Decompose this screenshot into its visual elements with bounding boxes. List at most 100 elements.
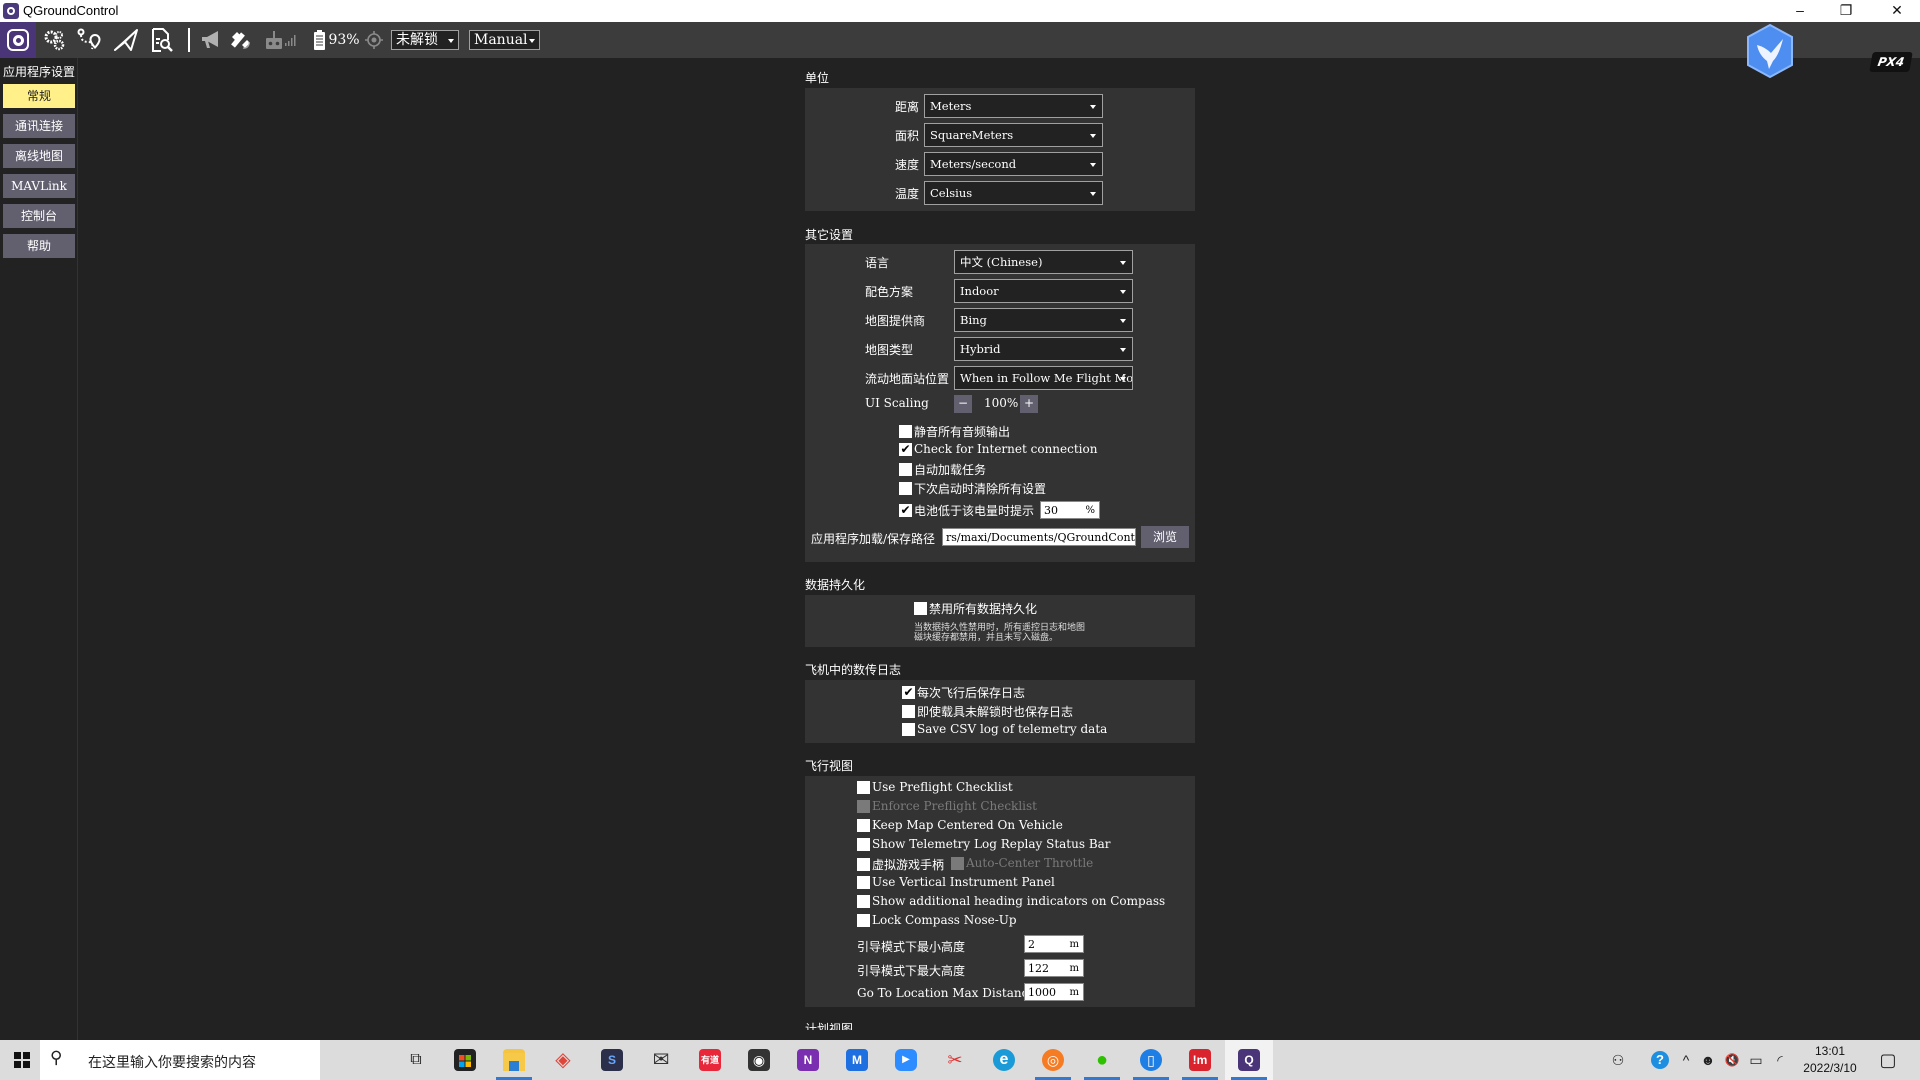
sidebar-item-console[interactable]: 控制台: [3, 204, 75, 228]
windows-start-icon[interactable]: [14, 1052, 30, 1068]
plan-button[interactable]: [73, 22, 105, 58]
gps-button[interactable]: [225, 22, 257, 58]
checkbox-label: Use Preflight Checklist: [872, 780, 1013, 794]
close-button[interactable]: ✕: [1874, 0, 1920, 22]
virtual-joystick-checkbox[interactable]: 虚拟游戏手柄: [857, 856, 944, 873]
language-dropdown[interactable]: 中文 (Chinese): [954, 250, 1133, 274]
sidebar-item-general[interactable]: 常规: [3, 84, 75, 108]
taskbar-youdao[interactable]: 有道: [686, 1040, 734, 1080]
temperature-units-dropdown[interactable]: Celsius: [924, 181, 1103, 205]
flight-mode-dropdown[interactable]: Manual: [469, 30, 540, 50]
checkbox-box: [857, 913, 870, 927]
save-log-unarmed-checkbox[interactable]: 即使载具未解锁时也保存日志: [902, 703, 1073, 720]
save-log-after-flight-checkbox[interactable]: ✔ 每次飞行后保存日志: [902, 684, 1025, 701]
px4-logo: PX4: [1869, 52, 1913, 72]
disable-persistence-checkbox[interactable]: 禁用所有数据持久化: [914, 600, 1037, 617]
vertical-instrument-panel-checkbox[interactable]: Use Vertical Instrument Panel: [857, 875, 1055, 889]
use-preflight-checklist-checkbox[interactable]: Use Preflight Checklist: [857, 780, 1013, 794]
taskbar-wechat[interactable]: ●: [1078, 1040, 1126, 1080]
lock-compass-nose-up-checkbox[interactable]: Lock Compass Nose-Up: [857, 913, 1017, 927]
people-icon[interactable]: ⚇: [1606, 1040, 1630, 1080]
area-units-dropdown[interactable]: SquareMeters: [924, 123, 1103, 147]
save-path-input[interactable]: rs/maxi/Documents/QGroundControl: [942, 528, 1136, 546]
help-tray-button[interactable]: ?: [1648, 1040, 1672, 1080]
taskbar-snipping-tool[interactable]: ✂: [931, 1040, 979, 1080]
battery-threshold-input[interactable]: 30%: [1040, 501, 1100, 519]
guided-min-altitude-input[interactable]: 2m: [1024, 935, 1084, 953]
plan-view-section-title: 计划视图: [805, 1022, 854, 1030]
persistence-note: 当数据持久性禁用时，所有遥控日志和地图 磁块缓存都禁用，并且未写入磁盘。: [914, 623, 1085, 643]
taskbar-app-red-im[interactable]: !m: [1176, 1040, 1224, 1080]
fly-button[interactable]: [110, 22, 142, 58]
chevron-down-icon: [448, 39, 454, 43]
save-csv-log-checkbox[interactable]: Save CSV log of telemetry data: [902, 722, 1107, 736]
taskbar-file-explorer[interactable]: [490, 1040, 538, 1080]
distance-units-value: Meters: [930, 99, 972, 113]
arm-status-dropdown[interactable]: 未解锁: [391, 30, 459, 50]
battery-indicator[interactable]: 93%: [312, 22, 362, 58]
taskbar-phone-link[interactable]: ▯: [1127, 1040, 1175, 1080]
autoload-missions-checkbox[interactable]: 自动加载任务: [899, 461, 986, 478]
checkbox-label: 静音所有音频输出: [914, 425, 1011, 439]
taskbar-mail[interactable]: ✉: [637, 1040, 685, 1080]
show-hidden-icons-chevron-icon[interactable]: ^: [1678, 1040, 1694, 1080]
taskbar-edge[interactable]: e: [980, 1040, 1028, 1080]
color-scheme-dropdown[interactable]: Indoor: [954, 279, 1133, 303]
show-replay-status-bar-checkbox[interactable]: Show Telemetry Log Replay Status Bar: [857, 837, 1111, 851]
taskbar-onenote[interactable]: N: [784, 1040, 832, 1080]
ui-scaling-value: 100%: [984, 396, 1019, 410]
taskbar-firefox[interactable]: ◎: [1029, 1040, 1077, 1080]
check-internet-checkbox[interactable]: ✔ Check for Internet connection: [899, 442, 1097, 456]
checkbox-box: [899, 482, 912, 495]
sidebar-item-comm-links[interactable]: 通讯连接: [3, 114, 75, 138]
stream-gcs-position-value: When in Follow Me Flight Mode: [960, 371, 1133, 385]
wifi-icon[interactable]: ◜: [1770, 1040, 1790, 1080]
taskbar-microsoft-store[interactable]: [441, 1040, 489, 1080]
qgc-logo-button[interactable]: [0, 22, 36, 58]
sidebar-item-offline-maps[interactable]: 离线地图: [3, 144, 75, 168]
distance-units-dropdown[interactable]: Meters: [924, 94, 1103, 118]
keep-map-centered-checkbox[interactable]: Keep Map Centered On Vehicle: [857, 818, 1063, 832]
taskbar-qgroundcontrol[interactable]: Q: [1225, 1040, 1273, 1080]
guided-max-altitude-input[interactable]: 122 m: [1024, 959, 1084, 977]
messages-button[interactable]: [196, 22, 228, 58]
browse-button[interactable]: 浏览: [1141, 526, 1189, 548]
map-type-dropdown[interactable]: Hybrid: [954, 337, 1133, 361]
map-provider-dropdown[interactable]: Bing: [954, 308, 1133, 332]
battery-tray-icon[interactable]: ▭: [1746, 1040, 1766, 1080]
battery-threshold-value: 30: [1044, 504, 1058, 517]
qq-icon[interactable]: ☻: [1698, 1040, 1718, 1080]
taskbar-zoom[interactable]: ▶: [882, 1040, 930, 1080]
mode-target-button[interactable]: [362, 22, 386, 58]
taskbar-camera[interactable]: ◉: [735, 1040, 783, 1080]
guided-max-altitude-value: 122: [1028, 962, 1049, 975]
guided-min-altitude-unit: m: [1069, 939, 1079, 950]
stream-gcs-position-dropdown[interactable]: When in Follow Me Flight Mode: [954, 366, 1133, 390]
notifications-icon[interactable]: ▢: [1876, 1040, 1900, 1080]
speed-units-dropdown[interactable]: Meters/second: [924, 152, 1103, 176]
volume-muted-icon[interactable]: 🔇: [1722, 1040, 1742, 1080]
minimize-button[interactable]: –: [1777, 0, 1823, 22]
taskbar-task-view[interactable]: ⧉: [392, 1040, 440, 1080]
sidebar-item-help[interactable]: 帮助: [3, 234, 75, 258]
settings-button[interactable]: [38, 22, 70, 58]
clear-settings-checkbox[interactable]: 下次启动时清除所有设置: [899, 480, 1046, 497]
compass-heading-indicators-checkbox[interactable]: Show additional heading indicators on Co…: [857, 894, 1165, 908]
low-battery-warning-checkbox[interactable]: ✔ 电池低于该电量时提示: [899, 502, 1034, 519]
wechat-icon: ●: [1095, 1049, 1109, 1071]
goto-max-distance-input[interactable]: 1000 m: [1024, 983, 1084, 1001]
ui-scaling-decrease-button[interactable]: −: [954, 395, 972, 413]
mute-audio-checkbox[interactable]: 静音所有音频输出: [899, 423, 1010, 440]
analyze-button[interactable]: [146, 22, 178, 58]
taskbar-app-dark-s[interactable]: S: [588, 1040, 636, 1080]
misc-panel: 语言 中文 (Chinese) 配色方案 Indoor 地图提供商 Bing 地…: [805, 244, 1195, 562]
clock-time: 13:01: [1814, 1044, 1846, 1058]
restore-button[interactable]: ❐: [1823, 0, 1869, 22]
taskbar-app-red-diamond[interactable]: ◈: [539, 1040, 587, 1080]
taskbar-clock[interactable]: 13:01 2022/3/10: [1800, 1043, 1860, 1077]
window-titlebar: QGroundControl – ❐ ✕: [0, 0, 1920, 22]
taskbar-app-blue-m[interactable]: M: [833, 1040, 881, 1080]
ui-scaling-increase-button[interactable]: +: [1020, 395, 1038, 413]
taskbar-search-box[interactable]: ⚲ 在这里输入你要搜索的内容: [40, 1040, 320, 1080]
sidebar-item-mavlink[interactable]: MAVLink: [3, 174, 75, 198]
